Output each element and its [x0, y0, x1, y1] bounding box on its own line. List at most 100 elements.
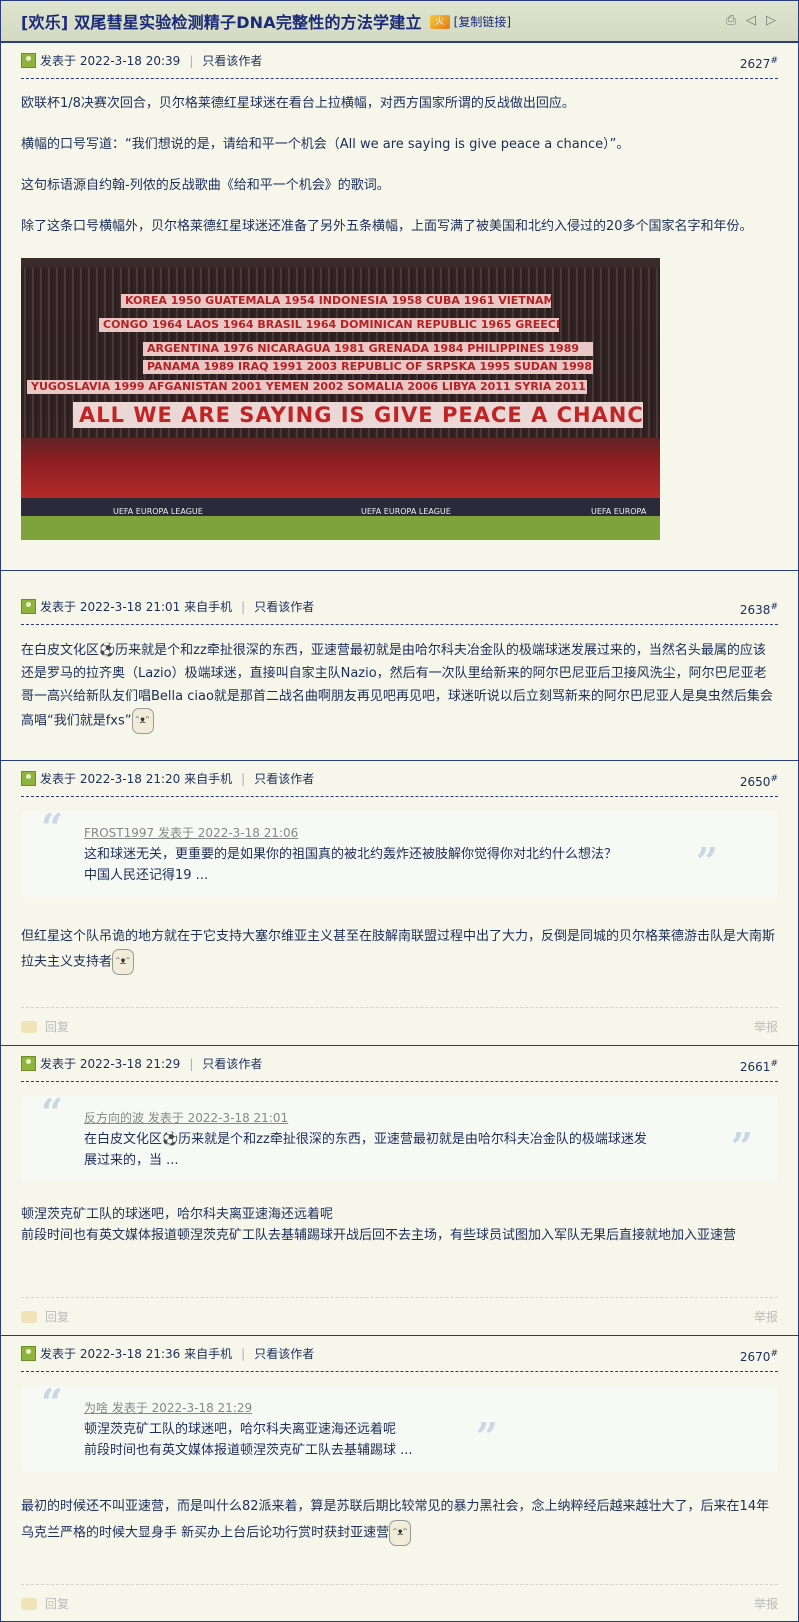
banner-text: YUGOSLAVIA 1999 AFGANISTAN 2001 YEMEN 20…	[27, 380, 587, 394]
post: 发表于 2022-3-18 21:01 来自手机 | 只看该作者 2638# 在…	[1, 589, 798, 761]
banner-text: ARGENTINA 1976 NICARAGUA 1981 GRENADA 19…	[143, 342, 593, 356]
report-button[interactable]: 举报	[754, 1595, 778, 1612]
paragraph: 前段时间也有英文媒体报道顿涅茨克矿工队去基辅踢球开战后回不去主场，有些球员试图加…	[21, 1228, 737, 1243]
quote-text: 中国人民还记得19 ...	[84, 868, 209, 883]
floor-number[interactable]: 2627#	[740, 56, 778, 71]
post-meta: 发表于 2022-3-18 21:29 | 只看该作者 2661#	[21, 1046, 778, 1082]
quote-text: 前段时间也有英文媒体报道顿涅茨克矿工队去基辅踢球 ...	[84, 1443, 413, 1458]
only-author-link[interactable]: 只看该作者	[202, 52, 262, 69]
post: 发表于 2022-3-18 20:39 | 只看该作者 2627# 欧联杯1/8…	[1, 43, 798, 571]
reply-button[interactable]: 回复	[45, 1018, 69, 1035]
post-footer: 回复 举报	[21, 1297, 778, 1335]
reply-icon[interactable]	[21, 1020, 37, 1033]
quote-block: “ 为啥 发表于 2022-3-18 21:29 顿涅茨克矿工队的球迷吧，哈尔科…	[21, 1380, 778, 1472]
print-icon[interactable]: ⎙	[724, 14, 738, 28]
post-footer: 回复 举报	[21, 1584, 778, 1622]
quote-close-icon: ”	[476, 1414, 498, 1459]
post-meta: 发表于 2022-3-18 21:20 来自手机 | 只看该作者 2650#	[21, 761, 778, 797]
quote-text: 这和球迷无关，更重要的是如果你的祖国真的被北约轰炸还被肢解你觉得你对北约什么想法…	[84, 847, 618, 862]
quote-open-icon: “	[41, 1380, 63, 1425]
paragraph: 顿涅茨克矿工队的球迷吧，哈尔科夫离亚速海还远着呢	[21, 1207, 334, 1222]
post-content: “ FROST1997 发表于 2022-3-18 21:06 这和球迷无关，更…	[21, 797, 778, 975]
smiley-face-icon: ᵔᴥᵔ	[112, 949, 135, 975]
post-time: 发表于 2022-3-18 21:01 来自手机	[40, 600, 233, 614]
floor-number[interactable]: 2638#	[740, 602, 778, 617]
post-time: 发表于 2022-3-18 21:29	[40, 1057, 181, 1071]
quote-text: 在白皮文化区⚽历来就是个和zz牵扯很深的东西，亚速营最初就是由哈尔科夫冶金队的极…	[84, 1132, 647, 1147]
floor-value: 2627	[739, 57, 771, 71]
post-footer: 回复 举报	[21, 1007, 778, 1045]
banner-text: KOREA 1950 GUATEMALA 1954 INDONESIA 1958…	[121, 294, 551, 308]
post-content: “ 为啥 发表于 2022-3-18 21:29 顿涅茨克矿工队的球迷吧，哈尔科…	[21, 1372, 778, 1547]
stadium-photo[interactable]: KOREA 1950 GUATEMALA 1954 INDONESIA 1958…	[21, 258, 660, 540]
quote-author-link[interactable]: 反方向的波 发表于 2022-3-18 21:01	[84, 1108, 764, 1129]
user-avatar-icon[interactable]	[21, 1056, 36, 1071]
floor-number[interactable]: 2650#	[740, 774, 778, 789]
header-tools: ⎙ ◁ ▷	[724, 14, 778, 28]
quote-text: 展过来的，当 ...	[84, 1153, 179, 1168]
quote-text: 顿涅茨克矿工队的球迷吧，哈尔科夫离亚速海还远着呢	[84, 1422, 397, 1437]
post-time: 发表于 2022-3-18 21:36 来自手机	[40, 1347, 233, 1361]
post: 发表于 2022-3-18 21:36 来自手机 | 只看该作者 2670# “…	[1, 1336, 798, 1622]
reply-icon[interactable]	[21, 1310, 37, 1323]
only-author-link[interactable]: 只看该作者	[254, 1345, 314, 1362]
post-meta: 发表于 2022-3-18 21:36 来自手机 | 只看该作者 2670#	[21, 1336, 778, 1372]
quote-close-icon: ”	[696, 839, 718, 884]
post-content: “ 反方向的波 发表于 2022-3-18 21:01 在白皮文化区⚽历来就是个…	[21, 1082, 778, 1246]
only-author-link[interactable]: 只看该作者	[254, 770, 314, 787]
next-icon[interactable]: ▷	[764, 14, 778, 28]
quote-open-icon: “	[41, 805, 63, 850]
divider: |	[241, 599, 246, 614]
prev-icon[interactable]: ◁	[744, 14, 758, 28]
report-button[interactable]: 举报	[754, 1308, 778, 1325]
banner-text: PANAMA 1989 IRAQ 1991 2003 REPUBLIC OF S…	[143, 360, 593, 374]
user-avatar-icon[interactable]	[21, 599, 36, 614]
pitch	[21, 516, 660, 540]
floor-number[interactable]: 2670#	[740, 1349, 778, 1364]
paragraph: 除了这条口号横幅外，贝尔格莱德红星球迷还准备了另外五条横幅，上面写满了被美国和北…	[21, 219, 753, 234]
divider: |	[241, 1346, 246, 1361]
smiley-face-icon: ᵔᴥᵔ	[131, 708, 154, 734]
user-avatar-icon[interactable]	[21, 1346, 36, 1361]
user-avatar-icon[interactable]	[21, 771, 36, 786]
post-text: 但红星这个队吊诡的地方就在于它支持大塞尔维亚主义甚至在肢解南联盟过程中出了大力，…	[21, 929, 776, 970]
report-button[interactable]: 举报	[754, 1018, 778, 1035]
paragraph: 横幅的口号写道：“我们想说的是，请给和平一个机会（All we are sayi…	[21, 137, 630, 152]
user-avatar-icon[interactable]	[21, 53, 36, 68]
floor-number[interactable]: 2661#	[740, 1059, 778, 1074]
post: 发表于 2022-3-18 21:29 | 只看该作者 2661# “ 反方向的…	[1, 1046, 798, 1336]
floor-value: 2650	[739, 775, 771, 789]
reply-icon[interactable]	[21, 1597, 37, 1610]
paragraph: 最初的时候还不叫亚速营，而是叫什么82派来着，算是苏联后期比较常见的暴力黑社会，…	[21, 1494, 778, 1547]
divider: |	[189, 1056, 194, 1071]
post-content: 在白皮文化区⚽历来就是个和zz牵扯很深的东西，亚速营最初就是由哈尔科夫冶金队的极…	[21, 625, 778, 734]
only-author-link[interactable]: 只看该作者	[202, 1055, 262, 1072]
quote-close-icon: ”	[731, 1124, 753, 1169]
banner-text: CONGO 1964 LAOS 1964 BRASIL 1964 DOMINIC…	[99, 318, 559, 332]
reply-button[interactable]: 回复	[45, 1595, 69, 1612]
smiley-face-icon: ᵔᴥᵔ	[389, 1520, 412, 1546]
thread-header: [欢乐] 双尾彗星实验检测精子DNA完整性的方法学建立 火 [复制链接] ⎙ ◁…	[1, 1, 798, 43]
quote-block: “ 反方向的波 发表于 2022-3-18 21:01 在白皮文化区⚽历来就是个…	[21, 1094, 778, 1182]
reply-button[interactable]: 回复	[45, 1308, 69, 1325]
quote-author-link[interactable]: 为啥 发表于 2022-3-18 21:29	[84, 1398, 764, 1419]
quote-author-link[interactable]: FROST1997 发表于 2022-3-18 21:06	[84, 823, 764, 844]
copy-link-button[interactable]: [复制链接]	[454, 13, 511, 30]
only-author-link[interactable]: 只看该作者	[254, 598, 314, 615]
paragraph: 在白皮文化区⚽历来就是个和zz牵扯很深的东西，亚速营最初就是由哈尔科夫冶金队的极…	[21, 639, 778, 734]
post-meta: 发表于 2022-3-18 21:01 来自手机 | 只看该作者 2638#	[21, 589, 778, 625]
thread-page: [欢乐] 双尾彗星实验检测精子DNA完整性的方法学建立 火 [复制链接] ⎙ ◁…	[0, 0, 799, 1622]
fire-badge-icon: 火	[429, 15, 450, 29]
quote-block: “ FROST1997 发表于 2022-3-18 21:06 这和球迷无关，更…	[21, 805, 778, 897]
divider: |	[241, 771, 246, 786]
paragraph: 这句标语源自约翰-列侬的反战歌曲《给和平一个机会》的歌词。	[21, 178, 390, 193]
thread-title: [欢乐] 双尾彗星实验检测精子DNA完整性的方法学建立	[21, 13, 422, 32]
post-time: 发表于 2022-3-18 20:39	[40, 54, 181, 68]
post-content: 欧联杯1/8决赛次回合，贝尔格莱德红星球迷在看台上拉横幅，对西方国家所谓的反战做…	[21, 79, 778, 540]
floor-value: 2638	[739, 603, 771, 617]
floor-value: 2670	[739, 1350, 771, 1364]
paragraph: 但红星这个队吊诡的地方就在于它支持大塞尔维亚主义甚至在肢解南联盟过程中出了大力，…	[21, 925, 778, 975]
divider: |	[189, 53, 194, 68]
post-meta: 发表于 2022-3-18 20:39 | 只看该作者 2627#	[21, 43, 778, 79]
post: 发表于 2022-3-18 21:20 来自手机 | 只看该作者 2650# “…	[1, 761, 798, 1046]
